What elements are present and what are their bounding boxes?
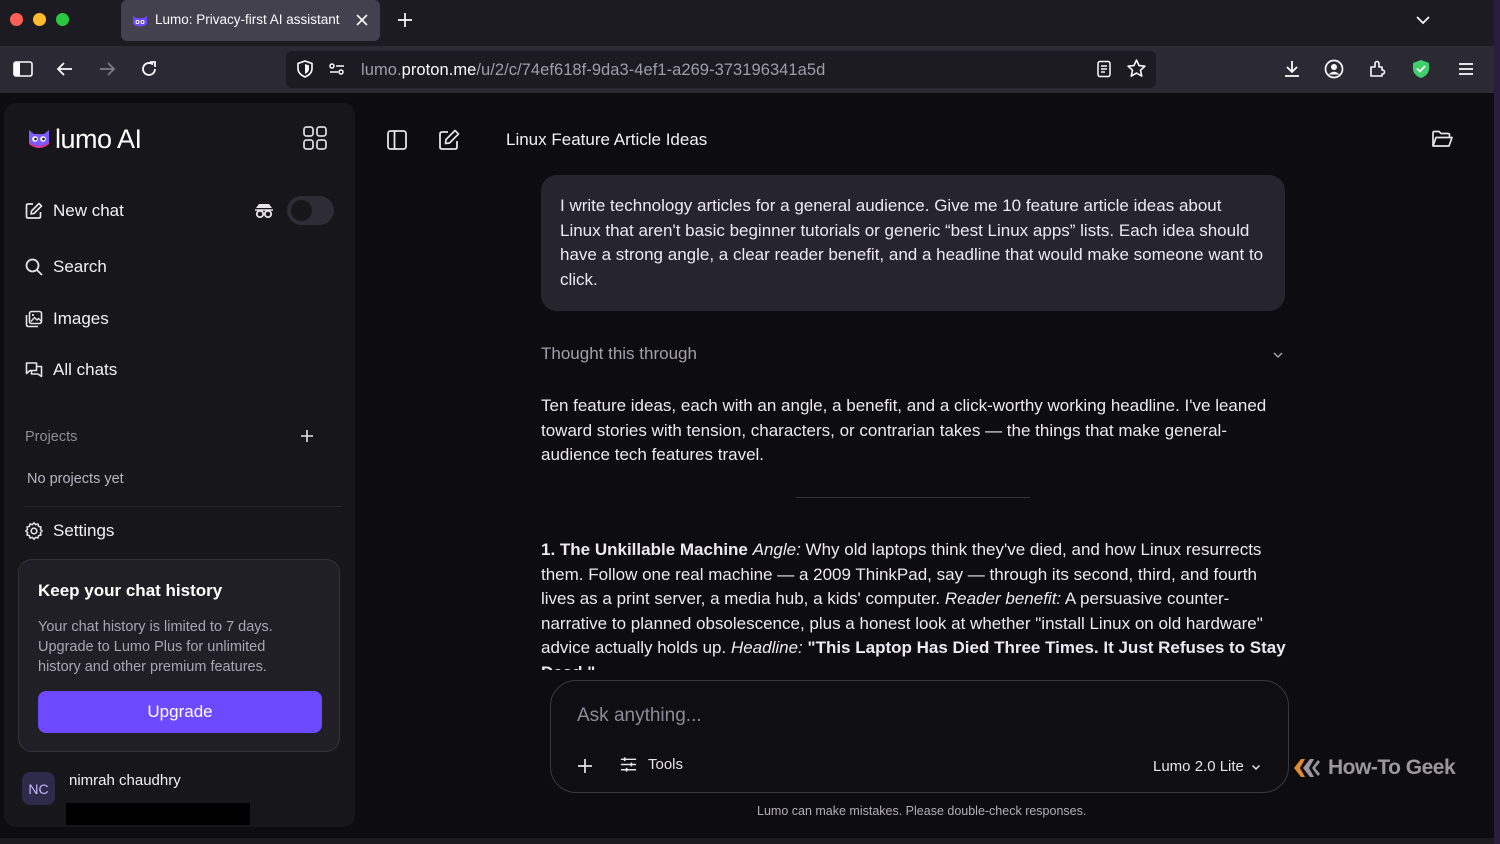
chevron-down-icon [1251, 764, 1260, 770]
browser-titlebar: Lumo: Privacy-first AI assistant [0, 0, 1500, 46]
gear-icon [25, 522, 43, 540]
sidebar-item-label: Search [53, 257, 107, 276]
collapse-sidebar-icon[interactable] [385, 128, 409, 152]
back-arrow-icon[interactable] [54, 58, 76, 80]
upgrade-card-title: Keep your chat history [38, 581, 223, 600]
reader-view-icon[interactable] [1094, 59, 1114, 79]
message-composer[interactable]: Ask anything... Tools Lumo 2.0 Lite [550, 680, 1289, 793]
minimize-window-button[interactable] [33, 13, 46, 26]
sidebar-item-label: Settings [53, 521, 115, 540]
downloads-icon[interactable] [1281, 58, 1303, 80]
disclaimer-text: Lumo can make mistakes. Please double-ch… [757, 804, 1087, 818]
zoom-window-button[interactable] [56, 13, 69, 26]
incognito-glasses-icon[interactable] [253, 200, 275, 222]
howtogeek-logo-icon [1294, 759, 1320, 777]
upgrade-card: Keep your chat history Your chat history… [18, 559, 340, 752]
sidebar-item-label: Images [53, 309, 109, 328]
sidebar-item-images[interactable]: Images [24, 304, 109, 334]
forward-arrow-icon[interactable] [96, 58, 118, 80]
tab-list-chevron-icon[interactable] [1412, 9, 1434, 31]
avatar[interactable]: NC [22, 772, 55, 805]
sidebar: lumo AI New chat Search Images All chats… [4, 103, 355, 827]
ghost-mode-toggle[interactable] [287, 196, 334, 225]
app-menu-icon[interactable] [1455, 58, 1477, 80]
add-project-plus-icon[interactable] [298, 427, 316, 445]
assistant-answer-scroll: 1. The Unkillable Machine Angle: Why old… [530, 523, 1300, 670]
tools-button[interactable]: Tools [619, 755, 683, 774]
brand-name: lumo AI [55, 123, 142, 154]
url-text: lumo.proton.me/u/2/c/74ef618f-9da3-4ef1-… [361, 61, 826, 79]
sidebar-item-all-chats[interactable]: All chats [24, 355, 117, 385]
bookmark-star-icon[interactable] [1126, 58, 1147, 79]
chevron-down-icon[interactable] [1270, 347, 1286, 363]
howtogeek-watermark: How-To Geek [1292, 755, 1456, 781]
answer-separator [796, 497, 1030, 498]
browser-tab-active[interactable]: Lumo: Privacy-first AI assistant [121, 0, 380, 41]
sidebar-item-new-chat[interactable]: New chat [24, 196, 124, 226]
sliders-icon [620, 757, 637, 772]
close-tab-icon[interactable] [352, 10, 372, 30]
model-selector[interactable]: Lumo 2.0 Lite [1153, 758, 1262, 775]
sidebar-item-settings[interactable]: Settings [24, 516, 114, 546]
model-label: Lumo 2.0 Lite [1153, 758, 1244, 775]
site-permissions-icon[interactable] [327, 59, 347, 79]
sidebar-item-label: All chats [53, 360, 118, 379]
idea-1-angle-label: Angle: [752, 540, 801, 559]
sidebar-divider [24, 506, 342, 507]
lumo-logo[interactable]: lumo AI [27, 123, 142, 154]
vpn-shield-icon[interactable] [1410, 58, 1432, 80]
attach-plus-icon[interactable] [576, 757, 594, 775]
close-window-button[interactable] [10, 13, 23, 26]
page-title: Linux Feature Article Ideas [506, 130, 708, 149]
lumo-app: lumo AI New chat Search Images All chats… [0, 93, 1494, 838]
upgrade-button[interactable]: Upgrade [38, 691, 322, 733]
user-message-bubble: I write technology articles for a genera… [541, 175, 1285, 311]
lumo-cat-icon [29, 130, 49, 148]
search-icon [25, 258, 43, 276]
no-projects-text: No projects yet [27, 471, 124, 487]
projects-heading: Projects [25, 429, 78, 445]
tab-title: Lumo: Privacy-first AI assistant [155, 12, 340, 27]
lumo-favicon-icon [133, 16, 147, 27]
tools-label: Tools [648, 756, 684, 773]
user-name[interactable]: nimrah chaudhry [69, 772, 181, 789]
redacted-email [66, 803, 250, 825]
ask-input[interactable]: Ask anything... [577, 705, 702, 727]
idea-1-text: 1. The Unkillable Machine Angle: Why old… [541, 538, 1286, 670]
browser-navbar: lumo.proton.me/u/2/c/74ef618f-9da3-4ef1-… [0, 46, 1500, 93]
watermark-text: How-To Geek [1328, 756, 1456, 779]
sidebar-toggle-icon[interactable] [12, 58, 34, 80]
sidebar-item-search[interactable]: Search [24, 252, 107, 282]
extensions-icon[interactable] [1366, 58, 1388, 80]
address-bar[interactable]: lumo.proton.me/u/2/c/74ef618f-9da3-4ef1-… [286, 51, 1156, 88]
window-edge [1494, 0, 1500, 844]
toggle-knob [291, 200, 312, 221]
idea-1-headline-label: Headline: [730, 638, 803, 658]
idea-1-benefit-label: Reader benefit: [944, 589, 1062, 609]
new-tab-icon[interactable] [394, 9, 416, 31]
sidebar-item-label: New chat [53, 201, 124, 220]
reload-icon[interactable] [138, 58, 160, 80]
compose-icon [25, 202, 43, 219]
upgrade-card-body: Your chat history is limited to 7 days. … [38, 619, 273, 675]
thought-process-toggle[interactable]: Thought this through [541, 344, 697, 364]
assistant-intro-text: Ten feature ideas, each with an angle, a… [541, 396, 1267, 465]
tracking-shield-icon[interactable] [295, 59, 315, 79]
idea-1-title: 1. The Unkillable Machine [541, 540, 748, 559]
folder-open-icon[interactable] [1430, 127, 1454, 151]
account-icon[interactable] [1323, 58, 1345, 80]
new-chat-compose-icon[interactable] [437, 128, 461, 152]
images-icon [25, 310, 43, 328]
apps-grid-icon[interactable] [302, 125, 328, 151]
chats-icon [25, 362, 43, 378]
